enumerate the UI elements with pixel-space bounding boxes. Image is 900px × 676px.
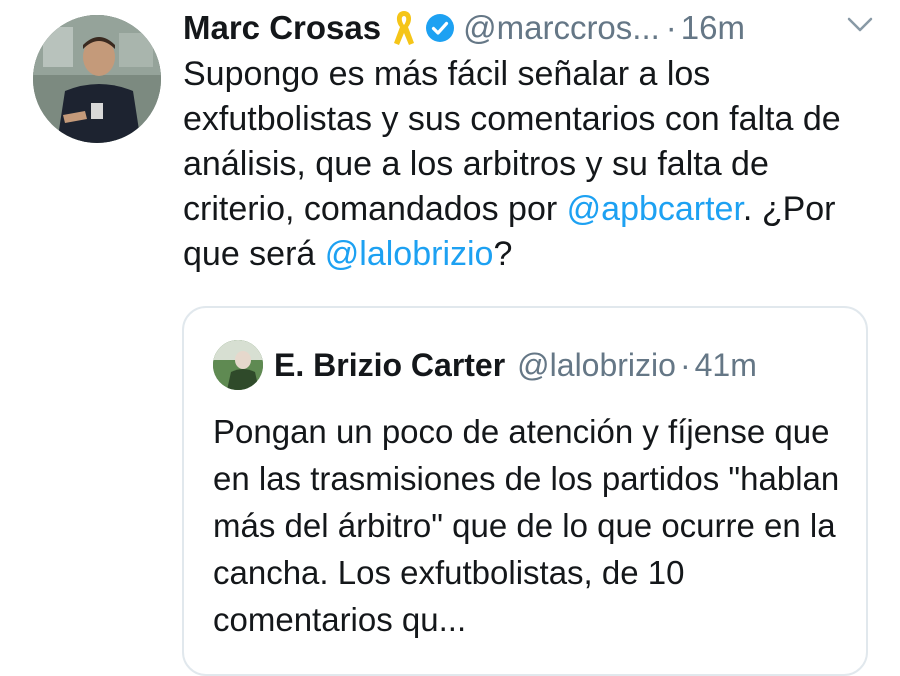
quoted-tweet-text: Pongan un poco de atención y fíjense que… [213, 413, 840, 638]
quoted-tweet-card[interactable]: E. Brizio Carter @lalobrizio · 41m Ponga… [182, 306, 868, 676]
author-handle[interactable]: @marccros... [463, 9, 660, 47]
yellow-ribbon-icon [391, 9, 417, 47]
quoted-separator: · [679, 346, 691, 383]
quoted-timestamp[interactable]: 41m [695, 347, 757, 384]
mention-link-lalobrizio[interactable]: @lalobrizio [325, 235, 494, 273]
tweet-text: Supongo es más fácil señalar a los exfut… [183, 52, 883, 277]
timestamp[interactable]: 16m [681, 9, 745, 47]
verified-badge-icon [425, 13, 455, 43]
separator: · [665, 9, 677, 46]
avatar[interactable] [33, 15, 161, 143]
mention-link-apbcarter[interactable]: @apbcarter [567, 190, 743, 228]
tweet-header: Marc Crosas @marccros... · 16m [183, 6, 883, 50]
display-name[interactable]: Marc Crosas [183, 9, 381, 47]
tweet-text-part3: ? [493, 235, 513, 273]
quoted-avatar[interactable] [213, 340, 263, 390]
quoted-header: E. Brizio Carter @lalobrizio · 41m [274, 342, 757, 388]
chevron-down-icon[interactable] [846, 14, 874, 36]
quoted-handle[interactable]: @lalobrizio [517, 347, 676, 384]
quoted-display-name[interactable]: E. Brizio Carter [274, 347, 505, 384]
